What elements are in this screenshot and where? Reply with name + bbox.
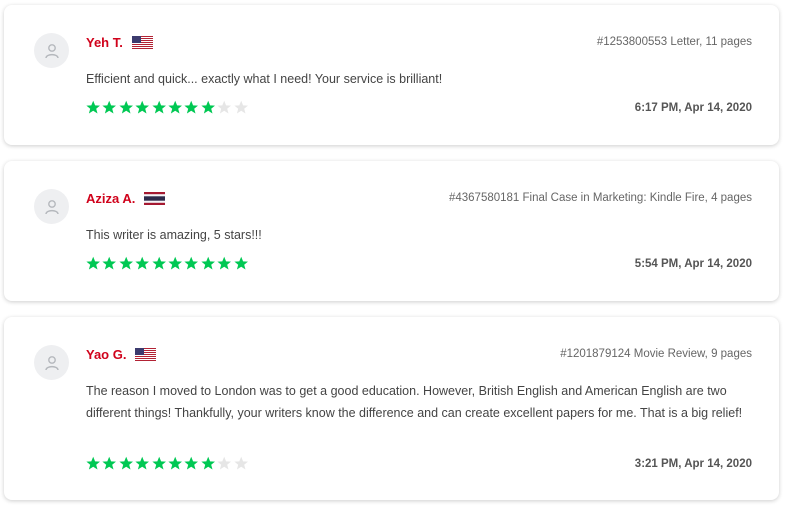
star-filled-icon (102, 256, 117, 270)
star-filled-icon (233, 256, 248, 270)
star-filled-icon (151, 456, 166, 470)
review-date: 6:17 PM, Apr 14, 2020 (634, 102, 752, 114)
review-text: Efficient and quick... exactly what I ne… (86, 72, 443, 86)
review-text: This writer is amazing, 5 stars!!! (86, 228, 262, 242)
order-info: #1201879124 Movie Review, 9 pages (560, 348, 752, 360)
star-filled-icon (86, 256, 100, 270)
star-filled-icon (86, 100, 100, 114)
star-filled-icon (119, 100, 133, 114)
star-filled-icon (184, 456, 199, 470)
review-date: 3:21 PM, Apr 14, 2020 (634, 458, 752, 470)
star-filled-icon (201, 100, 215, 114)
star-empty-icon (217, 456, 232, 470)
star-filled-icon (217, 256, 232, 270)
star-filled-icon (119, 456, 133, 470)
reviewer-name: Aziza A. (86, 191, 136, 206)
star-filled-icon (184, 256, 199, 270)
star-filled-icon (168, 456, 182, 470)
us-flag-icon (135, 348, 157, 361)
star-filled-icon (102, 100, 117, 114)
star-filled-icon (135, 100, 150, 114)
star-filled-icon (201, 256, 215, 270)
review-date: 5:54 PM, Apr 14, 2020 (634, 258, 752, 270)
review-card: Yao G. #1201879124 Movie Review, 9 pages… (4, 317, 779, 500)
star-empty-icon (233, 456, 248, 470)
star-filled-icon (184, 100, 199, 114)
rating-stars (85, 256, 249, 270)
rating-stars (85, 100, 249, 114)
rating-stars (85, 456, 249, 470)
review-card: Aziza A. #4367580181 Final Case in Marke… (4, 161, 779, 301)
user-icon (44, 355, 59, 370)
star-filled-icon (102, 456, 117, 470)
reviewer-name: Yeh T. (86, 35, 123, 50)
star-filled-icon (201, 456, 215, 470)
avatar (34, 33, 69, 68)
star-filled-icon (168, 256, 182, 270)
review-card: Yeh T. #1253800553 Letter, 11 pages Effi… (4, 5, 779, 145)
star-filled-icon (168, 100, 182, 114)
reviews-list: Yeh T. #1253800553 Letter, 11 pages Effi… (0, 0, 786, 507)
reviewer-name: Yao G. (86, 347, 127, 362)
user-icon (44, 199, 59, 214)
user-icon (44, 43, 59, 58)
star-empty-icon (217, 100, 232, 114)
star-filled-icon (151, 100, 166, 114)
star-filled-icon (135, 456, 150, 470)
us-flag-icon (131, 36, 153, 49)
order-info: #1253800553 Letter, 11 pages (596, 36, 752, 48)
review-text: The reason I moved to London was to get … (86, 384, 743, 420)
star-filled-icon (135, 256, 150, 270)
avatar (34, 189, 69, 224)
star-filled-icon (151, 256, 166, 270)
thailand-flag-icon (144, 192, 166, 205)
star-filled-icon (86, 456, 100, 470)
order-info: #4367580181 Final Case in Marketing: Kin… (448, 192, 752, 204)
avatar (34, 345, 69, 380)
star-filled-icon (119, 256, 133, 270)
star-empty-icon (233, 100, 248, 114)
